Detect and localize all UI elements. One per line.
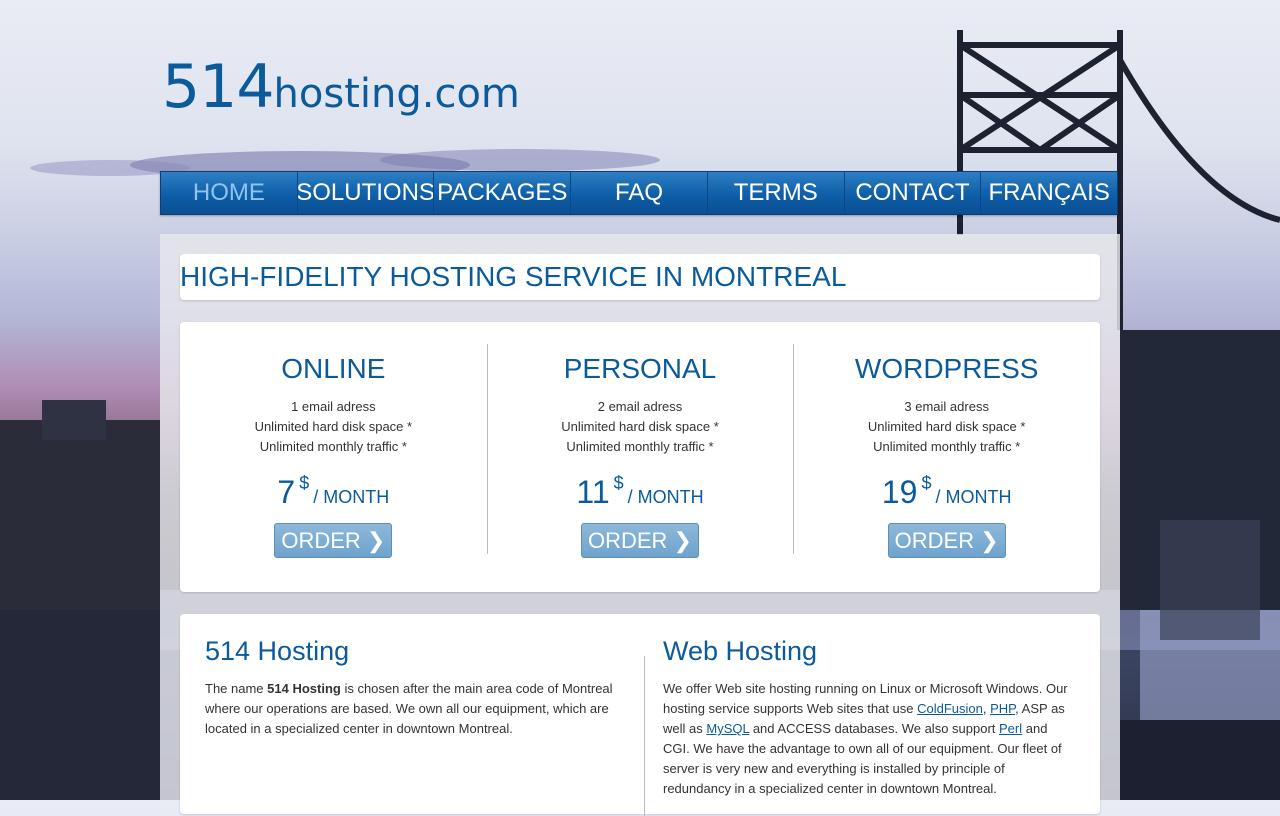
about-text-part: The name — [205, 681, 268, 696]
plan-feature: Unlimited hard disk space * — [561, 419, 719, 434]
plan-name: ONLINE — [281, 353, 386, 384]
price-period: / MONTH — [313, 487, 390, 507]
logo-digits: 514 — [162, 52, 275, 122]
price-currency: $ — [921, 473, 932, 493]
price-currency: $ — [613, 473, 624, 493]
plan-feature: Unlimited hard disk space * — [254, 419, 413, 434]
web-hosting-section: Web Hosting We offer Web site hosting ru… — [642, 614, 1100, 816]
plan-name: PERSONAL — [563, 353, 717, 384]
web-hosting-title: Web Hosting — [663, 636, 818, 666]
logo-text: hosting.com — [273, 71, 520, 117]
plan-feature: 2 email adress — [597, 399, 683, 414]
page-headline: HIGH-FIDELITY HOSTING SERVICE IN MONTREA… — [180, 261, 847, 292]
plan-price: 11 $/ MONTH — [487, 473, 794, 511]
plan-personal: PERSONAL 2 email adress Unlimited hard d… — [486, 322, 794, 592]
content-panel: HIGH-FIDELITY HOSTING SERVICE IN MONTREA… — [160, 234, 1120, 816]
web-hosting-text: We offer Web site hosting running on Lin… — [663, 679, 1076, 799]
php-link[interactable]: PHP — [990, 701, 1015, 716]
plan-wordpress: WORDPRESS 3 email adress Unlimited hard … — [793, 322, 1100, 592]
plan-online: ONLINE 1 email adress Unlimited hard dis… — [180, 322, 487, 592]
plan-name: WORDPRESS — [854, 353, 1039, 384]
nav-francais[interactable]: FRANÇAIS — [981, 172, 1117, 214]
order-button[interactable]: ORDER ❯ — [581, 523, 699, 558]
nav-packages[interactable]: PACKAGES — [434, 172, 572, 214]
headline-box: HIGH-FIDELITY HOSTING SERVICE IN MONTREA… — [180, 254, 1100, 300]
order-button[interactable]: ORDER ❯ — [887, 523, 1006, 558]
plan-feature: 1 email adress — [291, 399, 376, 414]
nav-solutions[interactable]: SOLUTIONS — [298, 172, 435, 214]
price-amount: 19 — [881, 474, 918, 510]
site-logo[interactable]: 514hosting.com — [162, 52, 520, 122]
perl-link[interactable]: Perl — [999, 721, 1022, 736]
about-title: 514 Hosting — [205, 636, 350, 666]
plans-box: ONLINE 1 email adress Unlimited hard dis… — [180, 322, 1100, 592]
price-amount: 7 — [277, 474, 296, 510]
plan-price: 19 $/ MONTH — [793, 473, 1100, 511]
text-part: and ACCESS databases. We also support — [749, 721, 1000, 736]
plan-feature: Unlimited monthly traffic * — [566, 439, 714, 454]
nav-faq[interactable]: FAQ — [571, 172, 708, 214]
info-box: 514 Hosting The name 514 Hosting is chos… — [180, 614, 1100, 816]
price-currency: $ — [299, 473, 310, 493]
about-section: 514 Hosting The name 514 Hosting is chos… — [180, 614, 642, 814]
about-text: The name 514 Hosting is chosen after the… — [205, 679, 618, 739]
order-button[interactable]: ORDER ❯ — [274, 523, 393, 558]
mysql-link[interactable]: MySQL — [706, 721, 749, 736]
price-period: / MONTH — [935, 487, 1012, 507]
nav-home[interactable]: HOME — [161, 172, 298, 214]
plan-feature: 3 email adress — [904, 399, 989, 414]
main-nav: HOME SOLUTIONS PACKAGES FAQ TERMS CONTAC… — [160, 171, 1118, 215]
about-text-bold: 514 Hosting — [267, 681, 341, 696]
nav-contact[interactable]: CONTACT — [845, 172, 982, 214]
plan-feature: Unlimited hard disk space * — [867, 419, 1026, 434]
price-amount: 11 — [576, 474, 610, 510]
plan-feature: Unlimited monthly traffic * — [873, 439, 1021, 454]
plan-price: 7 $/ MONTH — [180, 473, 487, 511]
plan-feature: Unlimited monthly traffic * — [259, 439, 407, 454]
price-period: / MONTH — [627, 487, 704, 507]
coldfusion-link[interactable]: ColdFusion — [917, 701, 983, 716]
nav-terms[interactable]: TERMS — [708, 172, 845, 214]
